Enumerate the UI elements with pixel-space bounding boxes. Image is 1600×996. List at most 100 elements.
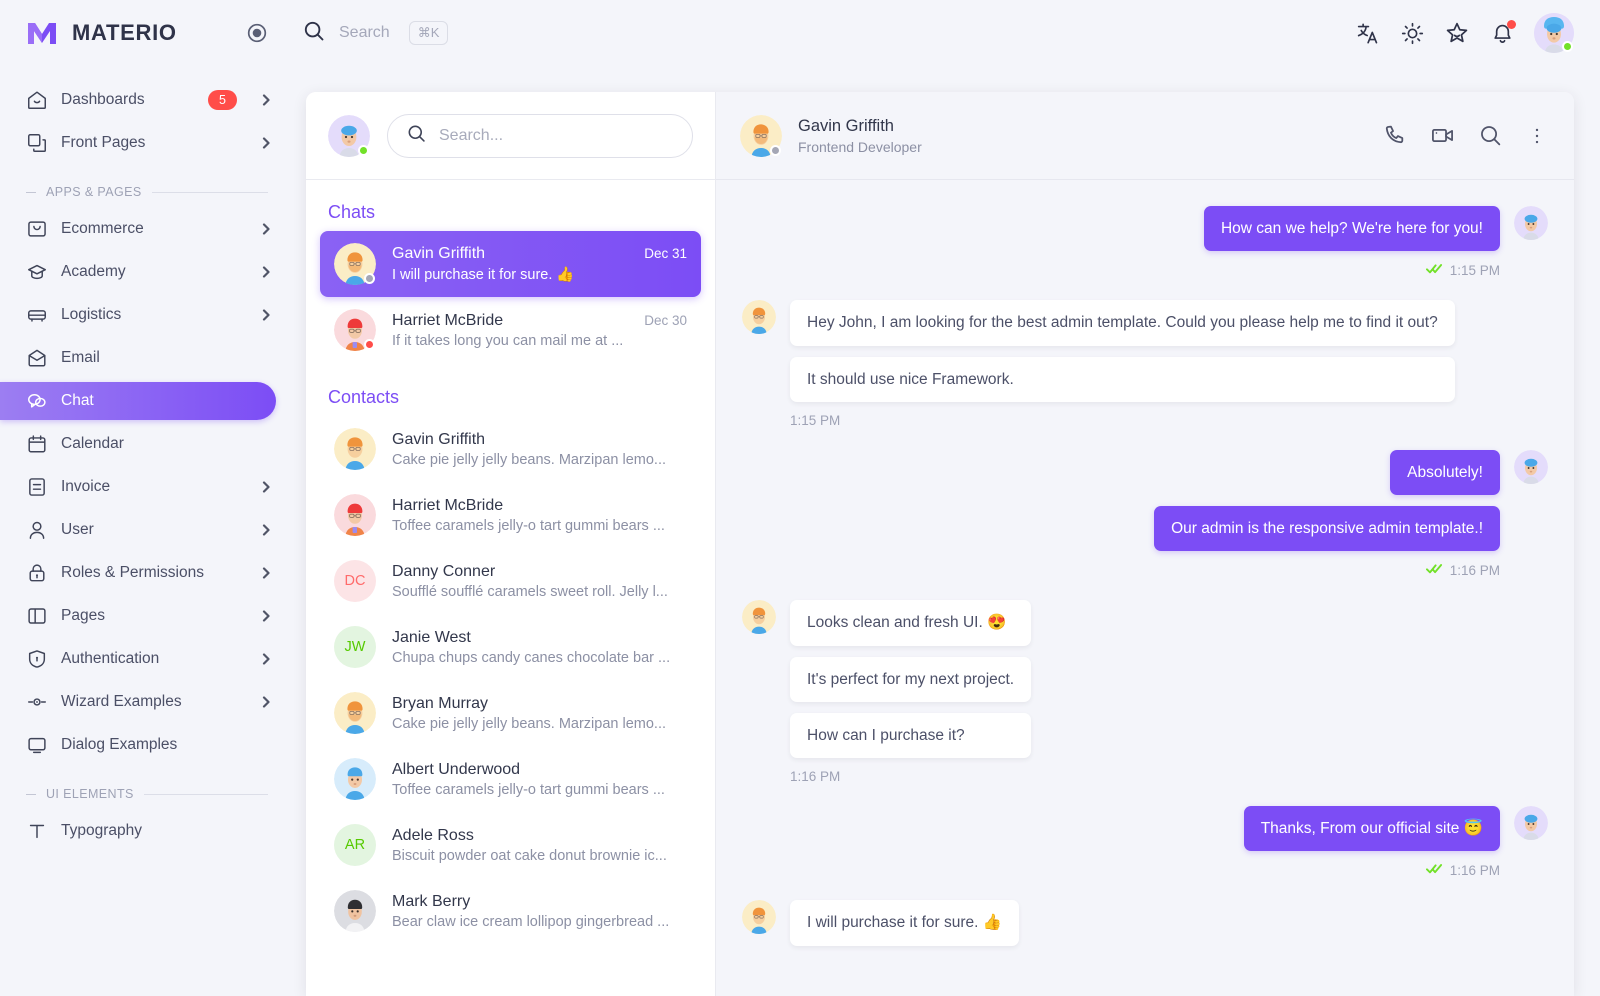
- message-bubbles: Absolutely! Our admin is the responsive …: [1154, 449, 1500, 579]
- chevron-right-icon: [258, 479, 274, 495]
- sidebar-item-user[interactable]: User: [0, 511, 276, 549]
- user-icon: [26, 519, 48, 541]
- chat-item-name: Gavin Griffith: [392, 245, 486, 262]
- section-line: [151, 191, 268, 193]
- star-icon[interactable]: [1444, 20, 1470, 46]
- topbar: Search ⌘K: [290, 0, 1600, 66]
- home-icon: [26, 89, 48, 111]
- radio-circle-icon[interactable]: [246, 22, 268, 44]
- search-label: Search: [339, 24, 390, 41]
- message-meta: 1:16 PM: [790, 769, 1031, 784]
- avatar-initials-text: AR: [344, 837, 366, 853]
- avatar-status: [364, 273, 375, 284]
- sidebar-item-ecommerce[interactable]: Ecommerce: [0, 210, 276, 248]
- invoice-icon: [26, 476, 48, 498]
- sidebar-item-logistics[interactable]: Logistics: [0, 296, 276, 334]
- contact-list-item[interactable]: DC Danny Conner Soufflé soufflé caramels…: [320, 548, 701, 614]
- sidebar-item-label: Authentication: [61, 650, 160, 667]
- sun-icon[interactable]: [1399, 20, 1425, 46]
- message-group: How can we help? We're here for you! 1:1…: [742, 206, 1548, 278]
- avatar: [1514, 449, 1548, 484]
- dialog-icon: [26, 734, 48, 756]
- avatar[interactable]: [328, 114, 370, 157]
- sidebar-item-academy[interactable]: Academy: [0, 253, 276, 291]
- chat-list-item[interactable]: Harriet McBride Dec 30 If it takes long …: [320, 297, 701, 363]
- sidebar-section-apps: APPS & PAGES: [0, 182, 290, 202]
- wizard-icon: [26, 691, 48, 713]
- avatar-initials-text: DC: [344, 573, 366, 589]
- chat-search-box[interactable]: [387, 113, 693, 158]
- sidebar-item-authentication[interactable]: Authentication: [0, 640, 276, 678]
- sidebar-item-label: Invoice: [61, 478, 111, 495]
- contact-name: Bryan Murray: [392, 694, 489, 712]
- message-bubbles: How can we help? We're here for you! 1:1…: [1203, 206, 1500, 278]
- dashboards-badge: 5: [208, 90, 237, 110]
- search-input[interactable]: [439, 126, 674, 145]
- contact-list-item[interactable]: Albert Underwood Toffee caramels jelly-o…: [320, 746, 701, 812]
- conversation-contact-info: Gavin Griffith Frontend Developer: [798, 117, 922, 155]
- contact-about: Cake pie jelly jelly beans. Marzipan lem…: [392, 451, 667, 468]
- chats-heading: Chats: [328, 202, 376, 222]
- contact-about: Bear claw ice cream lollipop gingerbread…: [392, 913, 670, 930]
- contact-about: Toffee caramels jelly-o tart gummi bears…: [392, 517, 665, 534]
- avatar: [1514, 806, 1548, 840]
- sidebar-item-wizard-examples[interactable]: Wizard Examples: [0, 683, 276, 721]
- sidebar-item-front-pages[interactable]: Front Pages: [0, 124, 276, 162]
- avatar-status: [1562, 41, 1573, 52]
- brand: MATERIO: [0, 0, 290, 66]
- phone-icon[interactable]: [1382, 123, 1407, 148]
- avatar: [334, 309, 376, 351]
- video-camera-icon[interactable]: [1430, 123, 1455, 148]
- avatar-status: [770, 144, 781, 156]
- avatar: [334, 428, 376, 470]
- contact-list-item[interactable]: JW Janie West Chupa chups candy canes ch…: [320, 614, 701, 680]
- contact-list-item[interactable]: Gavin Griffith Cake pie jelly jelly bean…: [320, 416, 701, 482]
- avatar: [334, 243, 376, 285]
- contact-about: Biscuit powder oat cake donut brownie ic…: [392, 847, 667, 864]
- search-icon[interactable]: [1478, 123, 1503, 148]
- message-group: Hey John, I am looking for the best admi…: [742, 300, 1548, 428]
- mail-icon: [26, 347, 48, 369]
- avatar[interactable]: [740, 114, 782, 157]
- sidebar-item-label: Typography: [61, 822, 142, 839]
- sidebar-item-label: Dashboards: [61, 91, 145, 108]
- chat-item-name: Harriet McBride: [392, 311, 504, 329]
- lock-icon: [26, 562, 48, 584]
- chat-item-date: Dec 31: [644, 246, 687, 261]
- contact-list-item[interactable]: Bryan Murray Cake pie jelly jelly beans.…: [320, 680, 701, 746]
- sidebar-item-typography[interactable]: Typography: [0, 812, 276, 850]
- shopping-bag-icon: [26, 218, 48, 240]
- double-check-icon: [1425, 862, 1443, 878]
- sidebar-item-chat[interactable]: Chat: [0, 382, 276, 420]
- chat-list-body[interactable]: Chats Gavin Griffith Dec 31 I will purch…: [306, 180, 715, 996]
- sidebar-item-calendar[interactable]: Calendar: [0, 425, 276, 463]
- message-bubble: How can I purchase it?: [790, 712, 1032, 758]
- sidebar-item-label: Logistics: [61, 306, 122, 323]
- avatar[interactable]: [1534, 13, 1574, 53]
- message-group: Thanks, From our official site 😇 1:16 PM: [742, 806, 1548, 878]
- contact-list-item[interactable]: Mark Berry Bear claw ice cream lollipop …: [320, 878, 701, 944]
- contact-list-item[interactable]: Harriet McBride Toffee caramels jelly-o …: [320, 482, 701, 548]
- global-search[interactable]: Search ⌘K: [302, 19, 449, 48]
- chat-list-item[interactable]: Gavin Griffith Dec 31 I will purchase it…: [320, 231, 701, 297]
- message-time: 1:16 PM: [1449, 862, 1500, 878]
- translate-icon[interactable]: [1354, 20, 1380, 46]
- conversation-contact-role: Frontend Developer: [798, 138, 922, 155]
- bell-icon[interactable]: [1489, 20, 1516, 46]
- sidebar-item-invoice[interactable]: Invoice: [0, 468, 276, 506]
- contact-list-item[interactable]: AR Adele Ross Biscuit powder oat cake do…: [320, 812, 701, 878]
- conversation-messages[interactable]: How can we help? We're here for you! 1:1…: [716, 180, 1574, 996]
- sidebar-item-email[interactable]: Email: [0, 339, 276, 377]
- sidebar-item-label: Wizard Examples: [61, 693, 182, 710]
- more-vertical-icon[interactable]: [1526, 125, 1548, 147]
- sidebar-item-roles-permissions[interactable]: Roles & Permissions: [0, 554, 276, 592]
- avatar-initials: JW: [334, 626, 376, 668]
- search-icon: [406, 123, 427, 149]
- sidebar-item-dashboards[interactable]: Dashboards 5: [0, 81, 276, 119]
- chevron-right-icon: [258, 92, 274, 108]
- sidebar-item-pages[interactable]: Pages: [0, 597, 276, 635]
- avatar: [1514, 206, 1548, 240]
- sidebar-item-label: Roles & Permissions: [61, 564, 204, 581]
- double-check-icon: [1425, 262, 1443, 278]
- sidebar-item-dialog-examples[interactable]: Dialog Examples: [0, 726, 276, 764]
